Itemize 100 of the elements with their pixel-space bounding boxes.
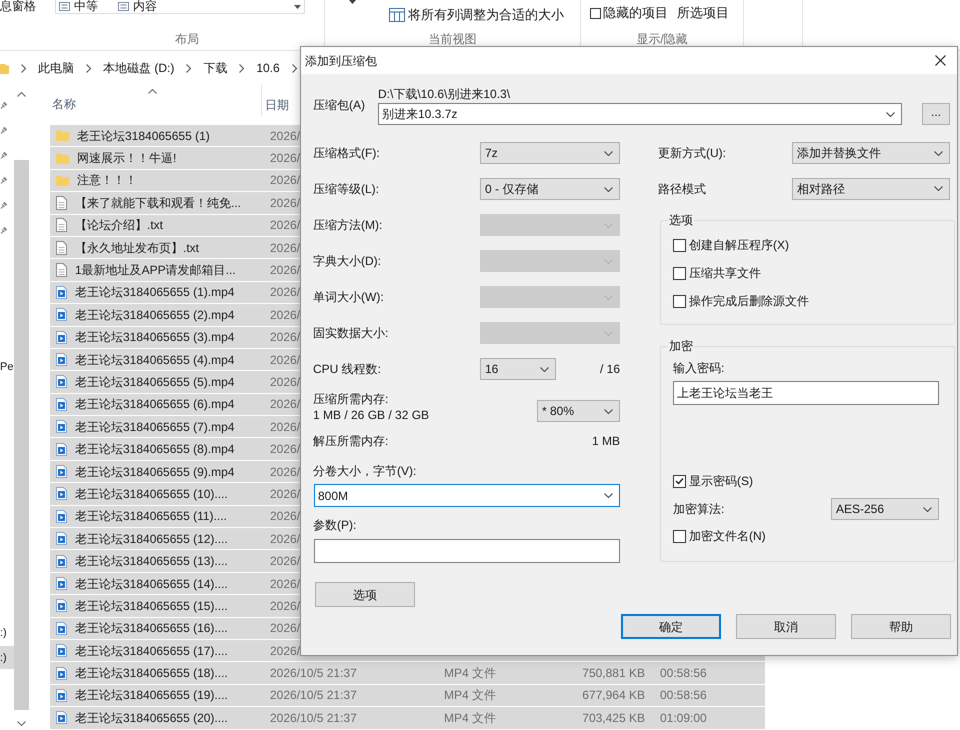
help-button[interactable]: 帮助 bbox=[851, 614, 951, 639]
chevron-down-icon bbox=[604, 493, 613, 498]
breadcrumb[interactable]: 10.6 bbox=[256, 59, 280, 77]
file-name: 老王论坛3184065655 (19).... bbox=[75, 687, 228, 704]
memory-dropdown[interactable]: * 80% bbox=[537, 400, 620, 422]
update-mode-dropdown[interactable]: 添加并替换文件 bbox=[792, 142, 950, 164]
file-date: 2026/ bbox=[270, 128, 300, 145]
checkbox-label[interactable]: 压缩共享文件 bbox=[689, 264, 761, 282]
checkbox-label[interactable]: 显示密码(S) bbox=[689, 472, 753, 490]
file-name: 老王论坛3184065655 (13).... bbox=[75, 553, 228, 570]
setting-label: 压缩格式(F): bbox=[313, 145, 380, 162]
pin-icon bbox=[0, 126, 8, 134]
pane-label[interactable]: 息窗格 bbox=[0, 0, 55, 13]
options-button[interactable]: 选项 bbox=[315, 582, 415, 607]
document-icon bbox=[56, 263, 67, 278]
setting-label: 更新方式(U): bbox=[658, 145, 727, 162]
hide-selected-button[interactable]: 所选项目 bbox=[677, 3, 729, 23]
encryption-method-dropdown[interactable]: AES-256 bbox=[831, 498, 939, 520]
chevron-down-icon bbox=[934, 186, 943, 191]
threads-dropdown[interactable]: 16 bbox=[480, 358, 556, 380]
file-name: 老王论坛3184065655 (1) bbox=[77, 128, 210, 145]
checkbox[interactable] bbox=[673, 474, 686, 488]
file-date: 2026/ bbox=[270, 172, 300, 190]
pin-icon bbox=[0, 226, 8, 234]
column-header[interactable]: 日期 bbox=[265, 98, 289, 112]
video-file-icon bbox=[56, 465, 67, 478]
chevron-down-icon bbox=[604, 150, 613, 156]
file-type: MP4 文件 bbox=[444, 665, 496, 682]
file-date: 2026/ bbox=[270, 306, 300, 324]
file-row[interactable]: 老王论坛3184065655 (19).... 2026/10/5 21:37 MP4 文件 677,964 KB 00:58:56 bbox=[50, 684, 765, 706]
breadcrumb[interactable]: 此电脑 bbox=[38, 59, 74, 77]
file-date: 2026/ bbox=[270, 598, 300, 615]
nav-item[interactable]: Pe bbox=[0, 355, 14, 378]
file-duration: 00:58:56 bbox=[660, 665, 707, 682]
file-size: 750,881 KB bbox=[582, 665, 645, 682]
nav-item[interactable]: :) bbox=[0, 621, 14, 644]
file-size: 677,964 KB bbox=[582, 687, 645, 704]
file-row[interactable]: 老王论坛3184065655 (18).... 2026/10/5 21:37 MP4 文件 750,881 KB 00:58:56 bbox=[50, 662, 765, 684]
layout-option[interactable]: 内容 bbox=[118, 0, 157, 13]
file-date: 2026/ bbox=[270, 374, 300, 391]
video-file-icon bbox=[56, 375, 67, 388]
file-type: MP4 文件 bbox=[444, 687, 496, 704]
file-name: 网速展示！！牛逼! bbox=[77, 150, 176, 168]
file-name: 1最新地址及APP请发邮箱目... bbox=[75, 262, 236, 280]
layout-option[interactable]: 中等 bbox=[59, 0, 98, 13]
column-header[interactable]: 名称 bbox=[50, 96, 76, 112]
checkbox[interactable] bbox=[673, 266, 686, 280]
nav-item[interactable]: :) bbox=[0, 646, 14, 669]
setting-label: 单词大小(W): bbox=[313, 289, 384, 306]
file-date: 2026/10/5 21:37 bbox=[270, 710, 357, 727]
file-date: 2026/ bbox=[270, 150, 300, 168]
document-icon bbox=[56, 240, 67, 255]
archive-name-combobox[interactable]: 别进来10.3.7z bbox=[378, 103, 902, 125]
field-label: 输入密码: bbox=[673, 360, 724, 376]
file-type: MP4 文件 bbox=[444, 710, 496, 727]
file-row[interactable]: 老王论坛3184065655 (20).... 2026/10/5 21:37 MP4 文件 703,425 KB 01:09:00 bbox=[50, 707, 765, 729]
checkbox[interactable] bbox=[673, 530, 686, 542]
file-date: 2026/ bbox=[270, 418, 300, 436]
ok-button[interactable]: 确定 bbox=[621, 614, 721, 639]
checkbox-label[interactable]: 创建自解压程序(X) bbox=[689, 236, 789, 254]
file-name: 【来了就能下载和观看！纯免... bbox=[75, 194, 242, 212]
checkbox[interactable] bbox=[590, 8, 601, 18]
checkbox-label[interactable]: 加密文件名(N) bbox=[689, 527, 766, 545]
setting-label: 压缩所需内存: bbox=[313, 391, 390, 407]
pin-icon bbox=[0, 200, 8, 208]
folder-icon bbox=[0, 62, 9, 74]
file-name: 老王论坛3184065655 (18).... bbox=[75, 665, 228, 682]
file-name: 老王论坛3184065655 (5).mp4 bbox=[75, 374, 234, 391]
file-name: 老王论坛3184065655 (15).... bbox=[75, 598, 228, 615]
file-name: 老王论坛3184065655 (14).... bbox=[75, 576, 228, 592]
file-name: 老王论坛3184065655 (1).mp4 bbox=[75, 284, 234, 302]
breadcrumb[interactable]: 下载 bbox=[203, 59, 228, 77]
checkbox-label[interactable]: 操作完成后删除源文件 bbox=[689, 292, 809, 310]
path-mode-dropdown[interactable]: 相对路径 bbox=[792, 178, 950, 200]
file-date: 2026/ bbox=[270, 508, 300, 526]
breadcrumb[interactable]: 本地磁盘 (D:) bbox=[103, 59, 174, 77]
file-date: 2026/ bbox=[270, 553, 300, 570]
video-file-icon bbox=[56, 554, 67, 568]
split-size-combobox[interactable]: 800M bbox=[314, 484, 620, 507]
browse-button[interactable]: ... bbox=[922, 103, 950, 125]
video-file-icon bbox=[56, 420, 67, 434]
chevron-down-icon bbox=[604, 330, 613, 336]
chevron-down-icon bbox=[604, 294, 613, 300]
parameters-field[interactable] bbox=[314, 539, 620, 563]
chevron-down-icon bbox=[886, 112, 895, 116]
checkbox[interactable] bbox=[673, 238, 686, 252]
file-date: 2026/ bbox=[270, 262, 300, 280]
level-dropdown[interactable]: 0 - 仅存储 bbox=[480, 178, 620, 200]
scrollbar-thumb[interactable] bbox=[14, 160, 29, 710]
cancel-button[interactable]: 取消 bbox=[736, 614, 836, 639]
checkbox-label[interactable]: 隐藏的项目 bbox=[603, 3, 668, 23]
file-name: 注意！！！ bbox=[77, 172, 137, 190]
format-dropdown[interactable]: 7z bbox=[480, 142, 620, 164]
checkbox[interactable] bbox=[673, 294, 686, 308]
setting-label: 固实数据大小: bbox=[313, 325, 388, 342]
caret-down-icon bbox=[294, 4, 301, 8]
password-field[interactable]: 上老王论坛当老王 bbox=[673, 381, 939, 405]
video-file-icon bbox=[56, 308, 67, 322]
fit-columns-button[interactable]: 将所有列调整为合适的大小 bbox=[389, 6, 564, 24]
folder-icon bbox=[56, 152, 69, 164]
